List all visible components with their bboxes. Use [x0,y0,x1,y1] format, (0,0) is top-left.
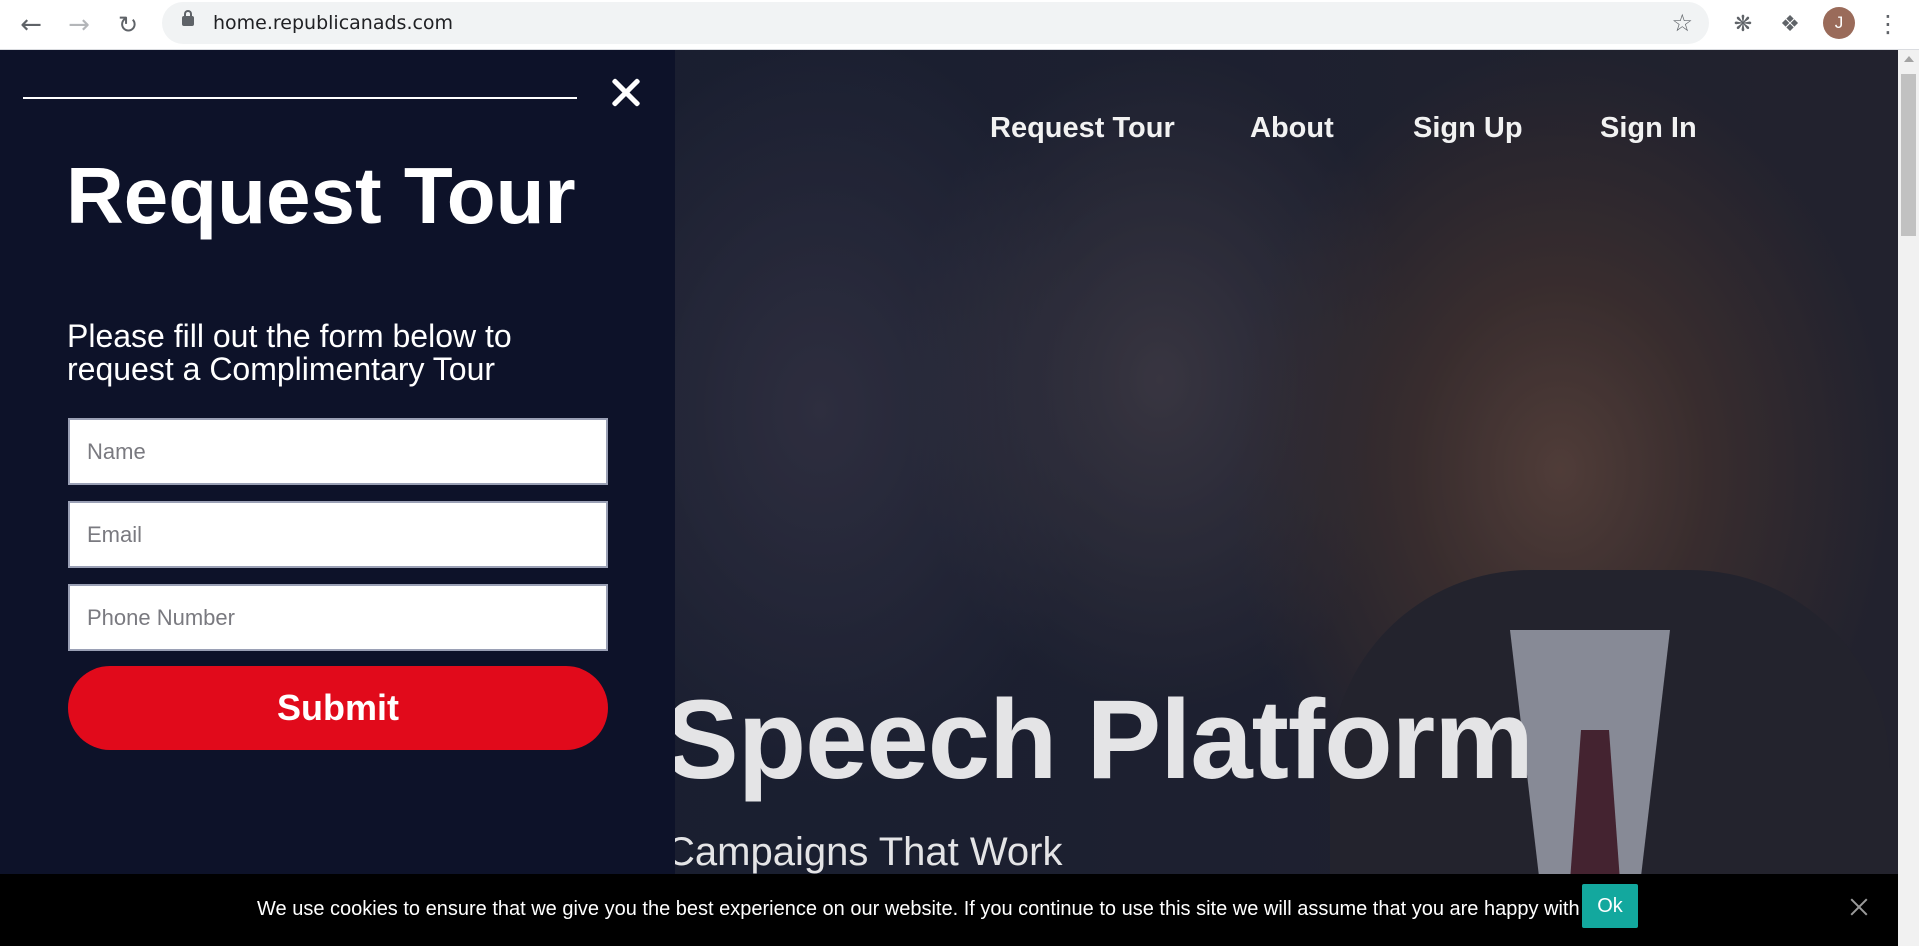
cookie-close-icon[interactable] [1848,896,1870,918]
scroll-thumb[interactable] [1901,74,1916,236]
panel-title: Request Tour [66,151,576,240]
request-tour-panel: Request Tour Please fill out the form be… [0,50,675,946]
star-icon[interactable]: ☆ [1671,9,1693,37]
cookie-message: We use cookies to ensure that we give yo… [257,898,1601,920]
panel-divider [23,97,577,99]
profile-avatar[interactable]: J [1823,7,1855,39]
cookie-banner: We use cookies to ensure that we give yo… [0,874,1898,946]
phone-field[interactable] [68,584,608,651]
nav-request-tour[interactable]: Request Tour [990,112,1175,145]
hero-title: Speech Platform [664,677,1534,802]
back-arrow-icon[interactable]: ← [16,10,46,40]
cookie-ok-button[interactable]: Ok [1582,884,1638,928]
close-icon[interactable] [605,72,647,114]
panel-description: Please fill out the form below to reques… [67,318,512,387]
page-scrollbar[interactable] [1898,50,1919,946]
address-bar[interactable]: home.republicanads.com ☆ [162,2,1709,44]
nav-about[interactable]: About [1250,112,1334,145]
nav-sign-up[interactable]: Sign Up [1413,112,1523,145]
hero-subtitle: Campaigns That Work [666,830,1063,874]
reload-icon[interactable]: ↻ [113,10,143,40]
puzzle-icon[interactable]: ❖ [1776,10,1804,38]
forward-arrow-icon[interactable]: → [64,10,94,40]
nav-sign-in[interactable]: Sign In [1600,112,1697,145]
three-dots-icon[interactable]: ⋮ [1876,8,1900,40]
submit-button[interactable]: Submit [68,666,608,750]
name-field[interactable] [68,418,608,485]
bug-icon[interactable]: ❋ [1729,10,1757,38]
email-field[interactable] [68,501,608,568]
scroll-up-arrow-icon[interactable] [1904,56,1914,62]
lock-icon[interactable] [182,10,194,26]
url-text[interactable]: home.republicanads.com [213,12,453,34]
browser-toolbar: ← → ↻ home.republicanads.com ☆ ❋ ❖ J ⋮ [0,0,1919,50]
